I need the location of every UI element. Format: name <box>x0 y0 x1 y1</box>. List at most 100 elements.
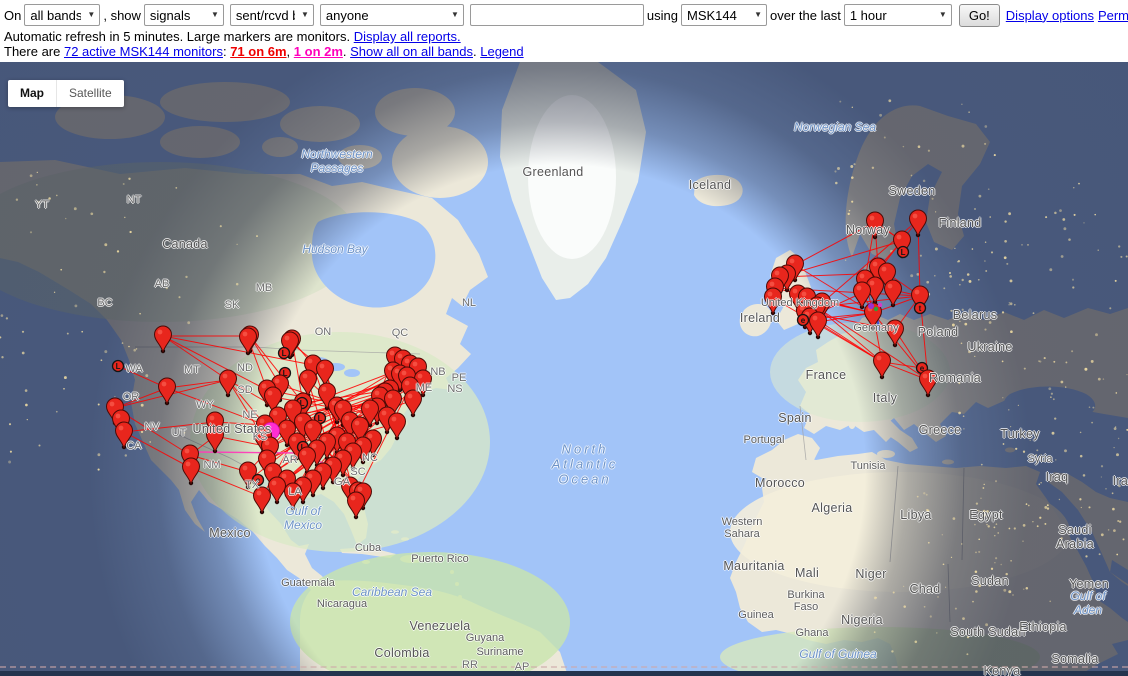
time-select[interactable]: 1 hour <box>844 4 952 26</box>
map-label: Egypt <box>969 508 1002 522</box>
map-label: Finland <box>938 216 981 230</box>
map-label: QC <box>392 327 409 339</box>
map-label: Mexico <box>209 526 250 540</box>
using-label: using <box>647 8 678 23</box>
map-label: United States <box>193 422 272 436</box>
map-type-satellite-button[interactable]: Satellite <box>57 80 124 107</box>
map-label: United Kingdom <box>761 297 839 309</box>
map-label: TX <box>245 479 259 491</box>
map-label: ND <box>237 362 253 374</box>
map-label: ME <box>416 382 433 394</box>
map-label: Portugal <box>744 434 785 446</box>
toolbar: On all bands , show signals sent/rcvd by… <box>0 0 1128 62</box>
sentrcvd-select[interactable]: sent/rcvd by <box>230 4 314 26</box>
map-label: PE <box>452 372 467 384</box>
callsign-input[interactable] <box>470 4 644 26</box>
who-select[interactable]: anyone <box>320 4 464 26</box>
map-label: NE <box>242 409 257 421</box>
who-select-wrap: anyone <box>320 4 464 26</box>
map-label: Poland <box>918 325 959 339</box>
map-label: Puerto Rico <box>411 553 468 565</box>
show-select-wrap: signals <box>144 4 224 26</box>
map-label: OR <box>123 391 140 403</box>
map-label: Suriname <box>476 646 523 658</box>
overlast-label: over the last <box>770 8 841 23</box>
map-label: UT <box>172 427 187 439</box>
map-label: Libya <box>900 508 931 522</box>
map-label: NB <box>430 366 445 378</box>
map-label: Niger <box>855 567 886 581</box>
display-options-link[interactable]: Display options <box>1006 8 1094 23</box>
map-label: Ukraine <box>967 340 1012 354</box>
map-label: WY <box>196 399 214 411</box>
map-label: Greenland <box>522 165 583 179</box>
go-button[interactable]: Go! <box>959 4 1000 27</box>
map-label: Syria <box>1027 453 1052 465</box>
map-label: Somalia <box>1051 652 1098 666</box>
map-label: AP <box>515 661 530 673</box>
map-label: NV <box>144 421 159 433</box>
time-select-wrap: 1 hour <box>844 4 952 26</box>
map-label: Yemen <box>1069 577 1109 591</box>
map-label: Gulf of Mexico <box>284 504 322 532</box>
status-line-1: Automatic refresh in 5 minutes. Large ma… <box>4 29 461 44</box>
map-label: AB <box>155 278 170 290</box>
map-label: KS <box>253 431 268 443</box>
map-label: Ethiopia <box>1019 620 1067 634</box>
map-label: Norway <box>846 223 890 237</box>
map-type-control: Map Satellite <box>8 80 124 107</box>
map-label: Chad <box>909 582 940 596</box>
map-label: Belarus <box>953 308 997 322</box>
map-label: Gulf of Aden <box>1068 589 1108 617</box>
map-label: Canada <box>162 237 208 251</box>
show-select[interactable]: signals <box>144 4 224 26</box>
map-label: YT <box>35 199 49 211</box>
map-label: Mali <box>795 566 819 580</box>
map-label: Colombia <box>374 646 429 660</box>
map-label: Iceland <box>689 178 731 192</box>
map-label: NL <box>462 297 476 309</box>
map-label: Iraq <box>1046 470 1069 484</box>
query-row: On all bands , show signals sent/rcvd by… <box>4 3 1128 27</box>
map-label: MT <box>184 364 200 376</box>
map-label: WA <box>125 363 142 375</box>
map-label: Nicaragua <box>317 598 367 610</box>
map-type-map-button[interactable]: Map <box>8 80 57 107</box>
show-all-bands-link[interactable]: Show all on all bands <box>350 44 473 59</box>
map-canvas[interactable]: LteLLLeLLLLLe CanadaHudson BayNorthweste… <box>0 62 1128 676</box>
map-label: Sudan <box>971 574 1009 588</box>
map-label: Romania <box>929 371 981 385</box>
map-label: Italy <box>873 391 897 405</box>
map-label: Greece <box>919 423 962 437</box>
map-label: Cuba <box>355 542 381 554</box>
show-label: , show <box>103 8 141 23</box>
map-label: Northwestern Passages <box>301 147 372 175</box>
monitors-2m-link[interactable]: 1 on 2m <box>294 44 343 59</box>
map-label: Germany <box>853 322 898 334</box>
legend-link[interactable]: Legend <box>480 44 523 59</box>
display-all-reports-link[interactable]: Display all reports. <box>354 29 461 44</box>
map-label: France <box>806 368 847 382</box>
on-label: On <box>4 8 21 23</box>
mode-select[interactable]: MSK144 <box>681 4 767 26</box>
sentrcvd-select-wrap: sent/rcvd by <box>230 4 314 26</box>
permalink-link[interactable]: Permalink <box>1098 8 1128 23</box>
map-label: Guyana <box>466 632 505 644</box>
map-label: SD <box>237 384 252 396</box>
map-label: Spain <box>778 411 811 425</box>
active-monitors-link[interactable]: 72 active MSK144 monitors <box>64 44 223 59</box>
map-label: ON <box>315 326 332 338</box>
map-label: MB <box>256 282 273 294</box>
map-label: Caribbean Sea <box>352 585 432 599</box>
band-select-wrap: all bands <box>24 4 100 26</box>
there-are-text: There are <box>4 44 64 59</box>
map-label: AR <box>282 454 297 466</box>
map-label: NC <box>362 452 378 464</box>
band-select[interactable]: all bands <box>24 4 100 26</box>
map-label: CA <box>126 440 141 452</box>
map-label: Guinea <box>738 609 773 621</box>
monitors-6m-link[interactable]: 71 on 6m <box>230 44 286 59</box>
map-label: South Sudan <box>950 625 1026 639</box>
map-label: Burkina Faso <box>787 589 824 613</box>
map-label: Ireland <box>740 311 780 325</box>
